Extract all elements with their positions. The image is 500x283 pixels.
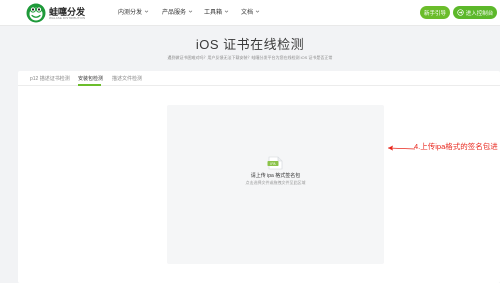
nav-item-label: 工具箱 [204, 10, 223, 16]
novice-guide-button[interactable]: 新手引导 [420, 6, 450, 19]
ipa-upload-dropzone[interactable]: IPA 请上传 ipa 格式签名包 点击选择文件或拖拽文件至此区域 [167, 105, 384, 264]
upload-main-text: 请上传 ipa 格式签名包 [250, 173, 301, 179]
active-tab-indicator [78, 84, 101, 86]
detection-card: p12 描述证书检测 安装包检测 描述文件检测 IPA 请上传 ipa 格式签名… [18, 71, 500, 283]
ipa-file-icon: IPA [267, 156, 283, 170]
nav-item-docs[interactable]: 文档 [241, 7, 260, 16]
tab-package[interactable]: 安装包检测 [78, 75, 103, 82]
nav-item-products[interactable]: 产品服务 [162, 7, 193, 16]
frog-logo-icon [26, 3, 46, 23]
ipa-file-badge: IPA [270, 162, 276, 166]
nav-item-label: 文档 [241, 10, 254, 16]
upload-hint-text: 点击选择文件或拖拽文件至此区域 [245, 180, 306, 185]
console-button[interactable]: 进入控制台 [453, 6, 497, 19]
nav-item-toolbox[interactable]: 工具箱 [204, 7, 229, 16]
chevron-down-icon [255, 10, 260, 13]
annotation-arrow-icon [387, 145, 416, 151]
detection-tabs: p12 描述证书检测 安装包检测 描述文件检测 [18, 71, 500, 86]
chevron-down-icon [224, 10, 229, 13]
brand-tagline: WALASE DISTRIBUTION [49, 16, 86, 20]
nav-item-beta-distribution[interactable]: 内测分发 [118, 7, 149, 16]
nav-item-label: 内测分发 [118, 10, 143, 16]
tab-p12-certificate[interactable]: p12 描述证书检测 [30, 75, 70, 82]
chevron-down-icon [188, 10, 193, 13]
nav-item-label: 产品服务 [162, 10, 187, 16]
console-button-label: 进入控制台 [465, 10, 494, 17]
enter-console-icon [457, 9, 464, 16]
page-title: iOS 证书在线检测 [195, 37, 305, 52]
page-subtitle: 遇到做证书困难对吗？用户反馈无法下载安装？蛙噻分发平台为您在线检测 iOS 证书… [167, 55, 333, 60]
brand-logo[interactable]: 蛙噻分发 WALASE DISTRIBUTION [26, 3, 106, 23]
annotation-text: 4.上传ipa格式的签名包进 [414, 142, 498, 151]
top-navbar: 蛙噻分发 WALASE DISTRIBUTION 内测分发 产品服务 工具箱 文… [0, 0, 500, 26]
tab-provision-profile[interactable]: 描述文件检测 [112, 75, 142, 82]
chevron-down-icon [144, 10, 149, 13]
